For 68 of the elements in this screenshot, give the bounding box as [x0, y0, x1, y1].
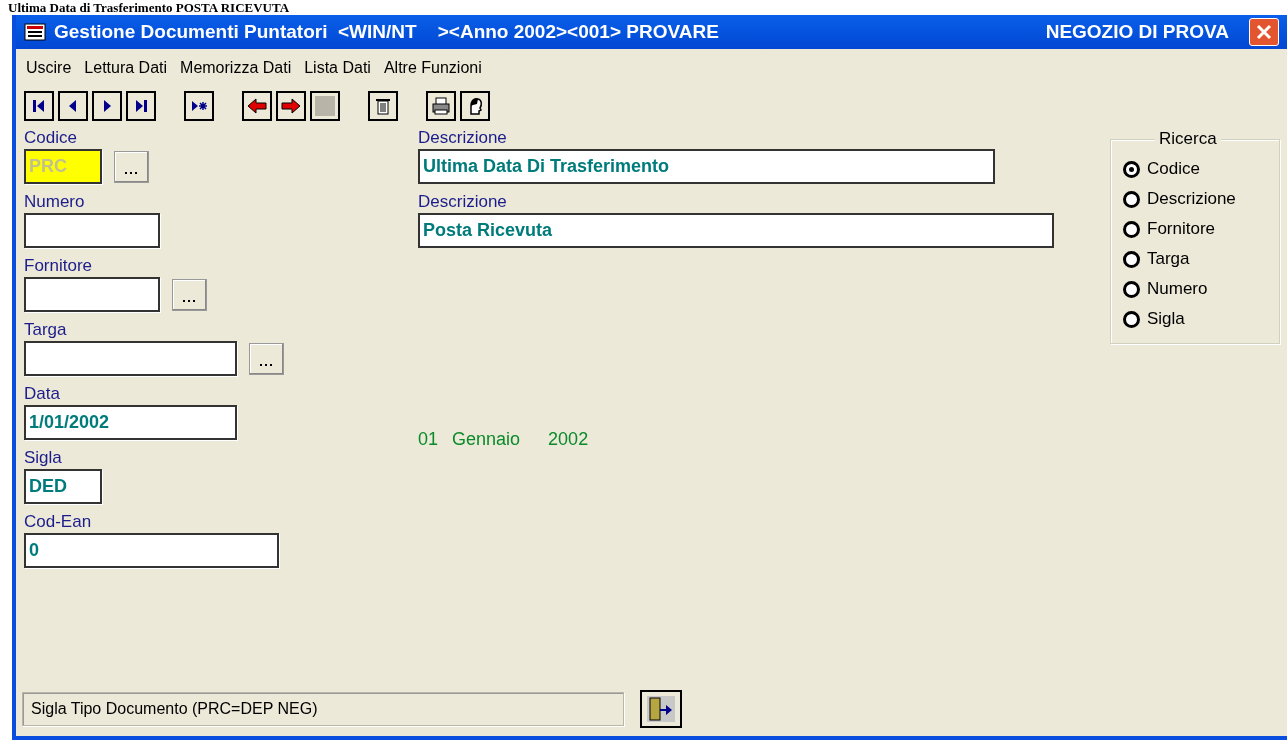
- menu-item[interactable]: Altre Funzioni: [383, 56, 482, 80]
- window-icon: [24, 23, 46, 41]
- radio-button[interactable]: [1123, 160, 1140, 178]
- field-label: Descrizione: [418, 191, 508, 213]
- date-day: 01: [418, 425, 439, 453]
- field-label: Codice: [24, 127, 78, 149]
- toolbar-button[interactable]: [426, 91, 456, 121]
- menu-item[interactable]: Lista Dati: [304, 56, 371, 80]
- field-label: Fornitore: [24, 255, 94, 277]
- toolbar-button[interactable]: [58, 91, 88, 121]
- trash-icon: [373, 96, 393, 116]
- browse-button[interactable]: [114, 150, 149, 183]
- ellipsis-icon: [183, 300, 196, 303]
- door-icon: [647, 696, 675, 722]
- left-arrow-icon: [247, 96, 267, 116]
- radio-button[interactable]: [1123, 310, 1140, 328]
- browse-button[interactable]: [249, 342, 284, 375]
- ellipsis-icon: [260, 364, 273, 367]
- exit-button[interactable]: [640, 690, 682, 728]
- close-icon: [1255, 23, 1273, 41]
- radio-button[interactable]: [1123, 190, 1140, 208]
- toolbar-button[interactable]: [184, 91, 214, 121]
- input-field[interactable]: [24, 341, 237, 376]
- blank-icon: [315, 96, 335, 116]
- menu-item[interactable]: Uscire: [26, 56, 72, 80]
- close-button[interactable]: [1249, 18, 1279, 46]
- input-field[interactable]: Ultima Data Di Trasferimento: [418, 149, 995, 184]
- browse-button[interactable]: [172, 278, 207, 311]
- radio-button[interactable]: [1123, 250, 1140, 268]
- input-field[interactable]: DED: [24, 469, 102, 504]
- status-bar: Sigla Tipo Documento (PRC=DEP NEG): [22, 692, 624, 726]
- menu-item[interactable]: Lettura Dati: [84, 56, 168, 80]
- toolbar-button[interactable]: [276, 91, 306, 121]
- radio-option[interactable]: Codice: [1123, 154, 1279, 184]
- field-label: Descrizione: [418, 127, 508, 149]
- date-year: 2002: [548, 427, 589, 451]
- right-arrow-icon: [281, 96, 301, 116]
- input-field[interactable]: 0: [24, 533, 279, 568]
- date-month: Gennaio: [452, 427, 521, 451]
- window-title: Gestione Documenti Puntatori <WIN/NT ><Anno 2002><001> PROVARE: [54, 19, 719, 44]
- toolbar-button[interactable]: [310, 91, 340, 121]
- field-label: Sigla: [24, 447, 63, 469]
- field-label: Data: [24, 383, 61, 405]
- ellipsis-icon: [125, 172, 138, 175]
- radio-option[interactable]: Fornitore: [1123, 214, 1279, 244]
- input-field[interactable]: [24, 213, 160, 248]
- radio-button[interactable]: [1123, 280, 1140, 298]
- radio-option[interactable]: Descrizione: [1123, 184, 1279, 214]
- radio-option[interactable]: Numero: [1123, 274, 1279, 304]
- input-field[interactable]: [24, 277, 160, 312]
- toolbar-button[interactable]: [460, 91, 490, 121]
- input-field[interactable]: 1/01/2002: [24, 405, 237, 440]
- field-label: Cod-Ean: [24, 511, 93, 533]
- field-label: Numero: [24, 191, 86, 213]
- radio-button[interactable]: [1123, 220, 1140, 238]
- toolbar-button[interactable]: [24, 91, 54, 121]
- toolbar-button[interactable]: [92, 91, 122, 121]
- radio-option[interactable]: Sigla: [1123, 304, 1279, 334]
- toolbar-button[interactable]: [126, 91, 156, 121]
- toolbar-button[interactable]: [242, 91, 272, 121]
- input-field[interactable]: Posta Ricevuta: [418, 213, 1054, 248]
- field-label: Targa: [24, 319, 68, 341]
- menu-item[interactable]: Memorizza Dati: [180, 56, 292, 80]
- toolbar-button[interactable]: [368, 91, 398, 121]
- page-heading: Ultima Data di Trasferimento POSTA RICEVUTA: [7, 0, 291, 15]
- printer-icon: [431, 96, 451, 116]
- company-name: NEGOZIO DI PROVA: [1045, 19, 1229, 44]
- radio-option[interactable]: Targa: [1123, 244, 1279, 274]
